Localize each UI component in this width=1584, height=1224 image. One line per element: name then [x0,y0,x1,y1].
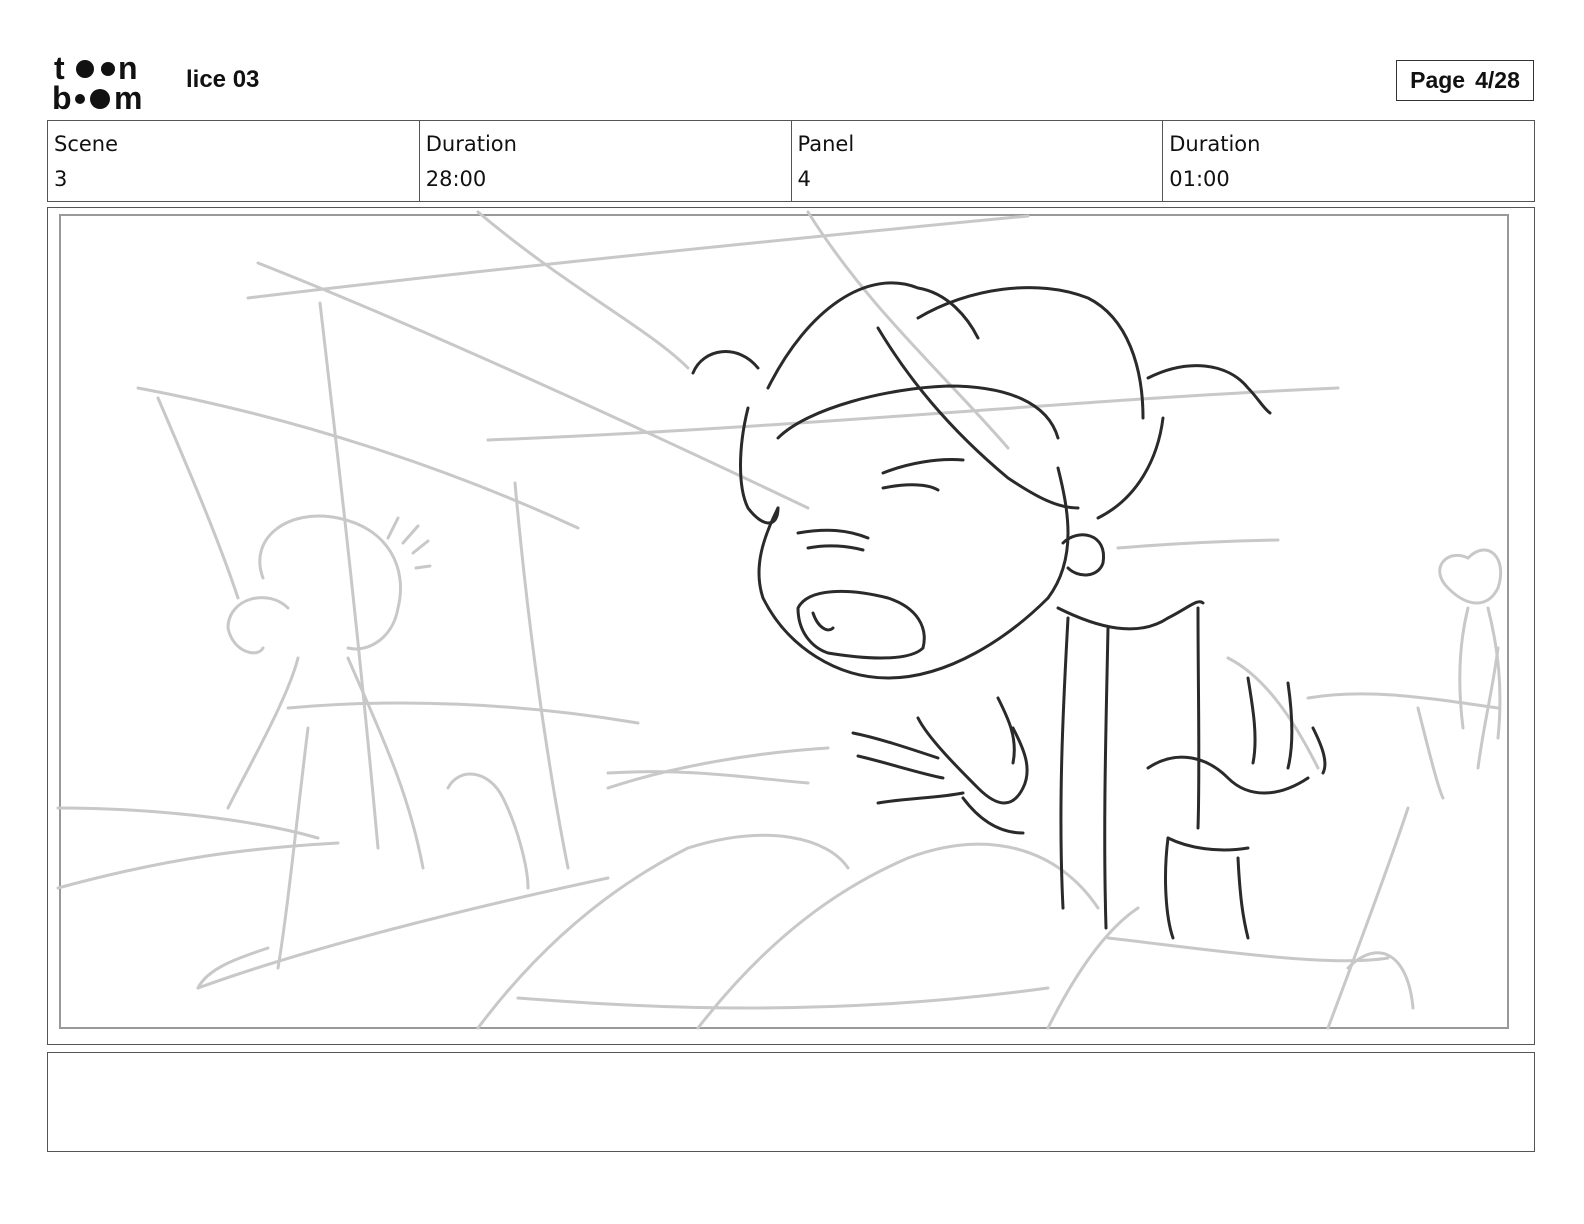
page-number: 4/28 [1475,67,1520,93]
scene-duration-cell: Duration 28:00 [420,121,792,201]
scene-value: 3 [54,167,68,191]
svg-text:b: b [52,80,72,112]
storyboard-panel [47,207,1535,1045]
panel-value: 4 [797,167,811,191]
panel-duration-label: Duration [1169,132,1261,156]
panel-notes-box[interactable] [47,1052,1535,1152]
panel-sketch [56,210,1509,1030]
background-rough-sketch [56,210,1503,1030]
panel-label: Panel [797,132,855,156]
page-indicator: Page 4/28 [1396,60,1534,101]
panel-info-table: Scene 3 Duration 28:00 Panel 4 Duration … [47,120,1535,202]
scene-label: Scene [54,132,119,156]
scene-cell: Scene 3 [48,121,420,201]
scene-duration-label: Duration [425,132,517,156]
scene-duration-value: 28:00 [425,167,487,191]
panel-cell: Panel 4 [792,121,1164,201]
main-character-sketch [691,281,1327,940]
project-title: lice 03 [186,66,260,93]
svg-text:m: m [114,80,142,112]
panel-duration-value: 01:00 [1169,167,1230,191]
panel-duration-cell: Duration 01:00 [1163,121,1534,201]
camera-frame [59,214,1509,1029]
page-label: Page [1410,67,1466,93]
toon-boom-logo: t n b m [52,52,142,112]
